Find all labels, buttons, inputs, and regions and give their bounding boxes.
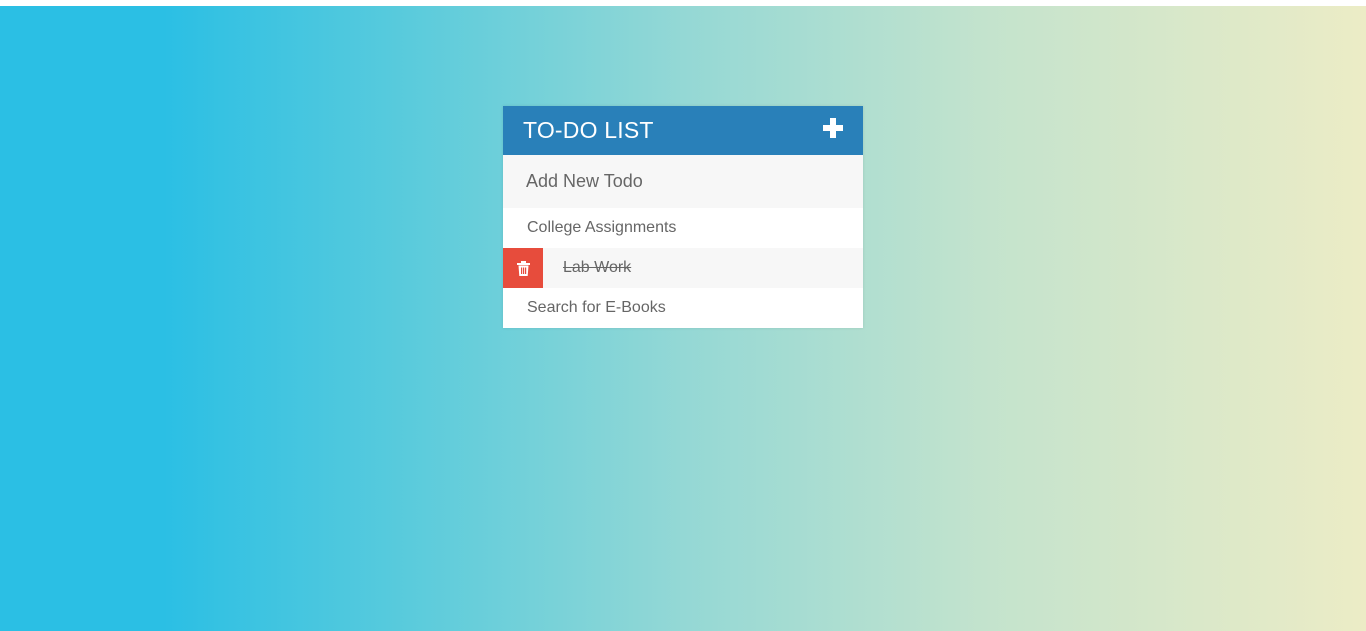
todo-container: TO-DO LIST College Assignments Lab Work	[503, 106, 863, 328]
todo-header: TO-DO LIST	[503, 106, 863, 155]
todo-text: Search for E-Books	[527, 299, 666, 316]
page-title: TO-DO LIST	[523, 117, 654, 143]
todo-text: College Assignments	[527, 219, 677, 236]
list-item[interactable]: Search for E-Books	[503, 288, 863, 328]
todo-text: Lab Work	[563, 259, 632, 276]
new-todo-input[interactable]	[503, 155, 863, 208]
todo-list: College Assignments Lab Work Search for …	[503, 208, 863, 328]
trash-icon	[516, 260, 530, 276]
delete-button[interactable]	[503, 248, 543, 288]
list-item[interactable]: College Assignments	[503, 208, 863, 248]
list-item[interactable]: Lab Work	[503, 248, 863, 288]
plus-icon[interactable]	[823, 117, 843, 138]
